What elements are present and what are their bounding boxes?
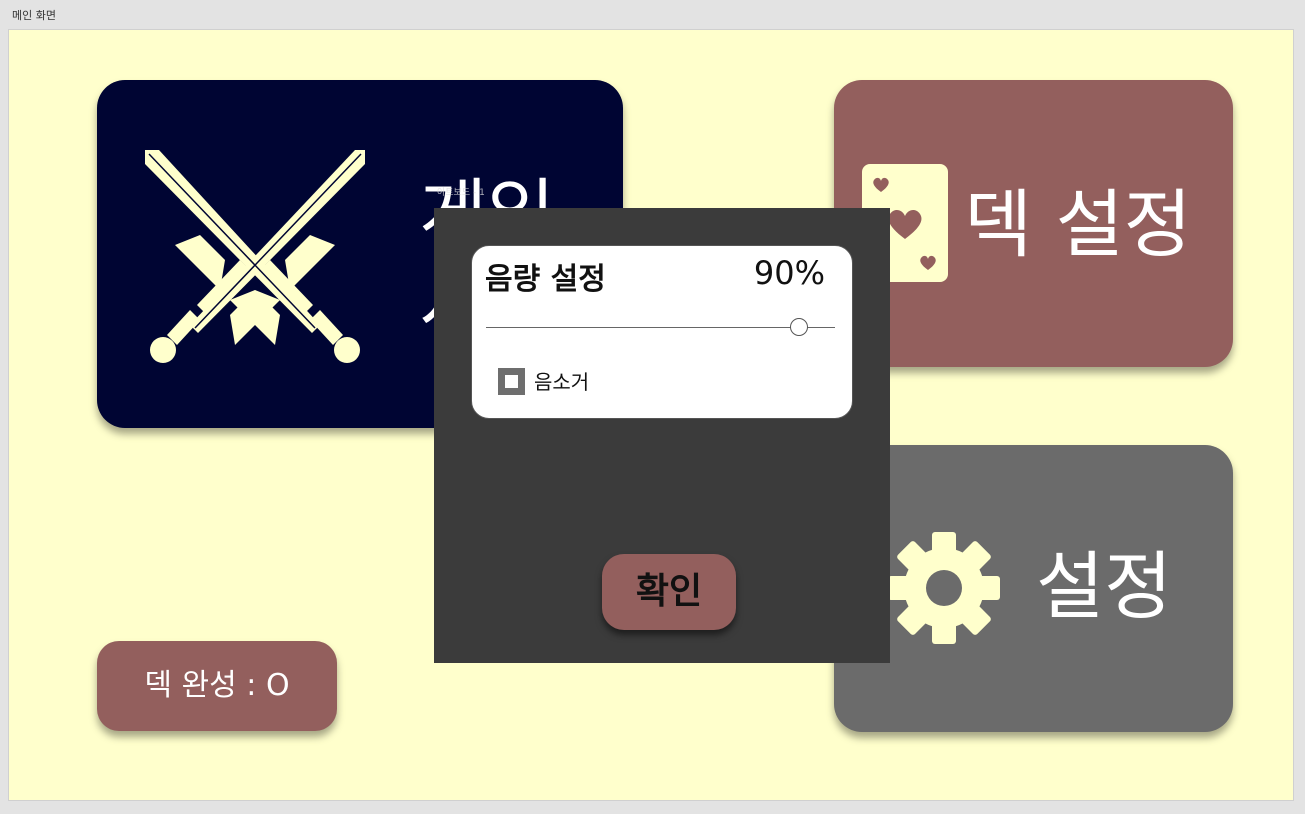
volume-slider-thumb[interactable] (790, 318, 809, 336)
volume-dialog: 음량 설정 90% 음소거 확인 (434, 208, 890, 663)
volume-slider[interactable] (486, 316, 835, 340)
deck-settings-button[interactable]: 덱 설정 (834, 80, 1233, 367)
settings-label: 설정 (1036, 544, 1173, 630)
volume-title: 음량 설정 (485, 262, 606, 297)
mute-checkbox-box (505, 375, 518, 388)
main-screen: 게임 시작 덱 설정 (8, 29, 1294, 801)
window-title: 메인 화면 (12, 9, 56, 22)
volume-panel: 음량 설정 90% 음소거 (471, 245, 853, 419)
gear-icon (888, 532, 1000, 644)
deck-settings-label: 덱 설정 (964, 182, 1192, 268)
volume-slider-track (486, 327, 835, 328)
deck-status-badge[interactable]: 덱 완성 : O (97, 641, 337, 731)
crossed-swords-icon (145, 150, 365, 363)
mute-checkbox[interactable] (498, 368, 525, 395)
deck-status-label: 덱 완성 : O (144, 668, 290, 703)
settings-button[interactable]: 설정 (834, 445, 1233, 732)
artboard-tag: 아트보드 - 1 (437, 188, 485, 198)
mute-label: 음소거 (534, 370, 590, 394)
confirm-button[interactable]: 확인 (602, 554, 736, 630)
volume-percent: 90% (753, 254, 825, 292)
